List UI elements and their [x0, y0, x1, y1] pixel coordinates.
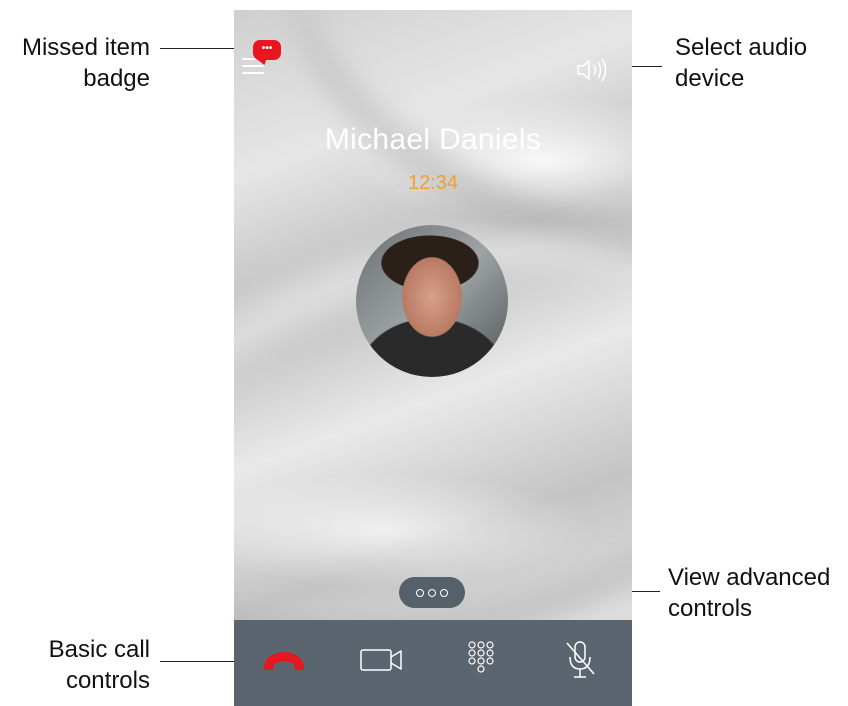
video-button[interactable] — [354, 636, 410, 684]
chat-bubble-icon: ••• — [261, 43, 273, 54]
call-screen: ••• Michael Daniels 12:34 — [234, 10, 632, 706]
callout-text: badge — [83, 65, 150, 92]
speaker-icon[interactable] — [576, 57, 612, 83]
microphone-muted-icon — [566, 641, 595, 678]
more-horizontal-icon[interactable] — [399, 577, 465, 608]
mute-button[interactable] — [552, 636, 608, 684]
callout-text: controls — [668, 595, 753, 622]
callout-text: Missed item — [21, 34, 150, 61]
basic-call-controls — [234, 620, 632, 706]
callout-view-advanced-controls: View advanced controls — [668, 562, 846, 624]
callout-text: View advanced — [668, 564, 831, 591]
call-duration: 12:34 — [407, 172, 459, 194]
missed-item-badge[interactable]: ••• — [253, 40, 281, 60]
caller-name: Michael Daniels — [324, 123, 542, 156]
end-call-button[interactable] — [256, 636, 312, 684]
dialpad-button[interactable] — [453, 636, 509, 684]
callout-text: Select audio — [675, 34, 808, 61]
callout-text: controls — [65, 667, 150, 694]
avatar — [356, 225, 508, 377]
callout-text: device — [675, 65, 745, 92]
video-camera-icon — [360, 649, 402, 671]
callout-text: Basic call — [48, 636, 150, 663]
dialpad-icon — [468, 641, 494, 673]
callout-missed-item-badge: Missed item badge — [8, 32, 150, 94]
callout-basic-call-controls: Basic call controls — [8, 634, 150, 696]
callout-select-audio-device: Select audio device — [675, 32, 845, 94]
end-call-icon — [264, 652, 304, 670]
